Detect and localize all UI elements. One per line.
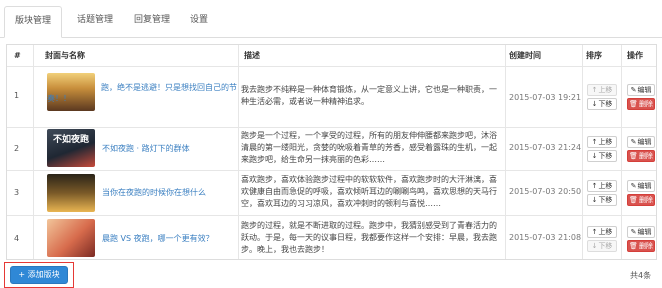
trash-icon: 🗑 xyxy=(629,152,638,160)
arrow-down-icon: ↓ xyxy=(591,100,598,108)
row-number: 2 xyxy=(14,144,20,153)
tab-board-management[interactable]: 版块管理 xyxy=(4,6,62,38)
board-description: 跑步的过程，就是不断进取的过程。跑步中，我猜别感受到了青春活力的跃动。于是，每一… xyxy=(241,221,497,254)
move-up-button[interactable]: ↑上移 xyxy=(587,180,617,192)
move-down-button[interactable]: ↓下移 xyxy=(587,240,617,252)
move-up-label: 上移 xyxy=(598,86,613,94)
move-down-button[interactable]: ↓下移 xyxy=(587,98,617,110)
pencil-icon: ✎ xyxy=(630,182,637,190)
add-board-button[interactable]: + 添加版块 xyxy=(10,266,68,284)
delete-button[interactable]: 🗑删除 xyxy=(627,240,655,252)
cover-image: 不如夜跑 xyxy=(47,129,95,167)
move-up-button[interactable]: ↑上移 xyxy=(587,226,617,238)
edit-button[interactable]: ✎编辑 xyxy=(627,180,655,192)
total-count: 共4条 xyxy=(630,271,652,280)
created-time: 2015-07-03 21:08 xyxy=(509,233,582,242)
column-divider xyxy=(238,45,239,259)
move-up-button[interactable]: ↑上移 xyxy=(587,136,617,148)
edit-label: 编辑 xyxy=(637,182,652,190)
board-title-link[interactable]: 晨跑 VS 夜跑，哪一个更有效？ xyxy=(102,233,237,244)
column-divider xyxy=(505,45,506,259)
move-down-button[interactable]: ↓下移 xyxy=(587,194,617,206)
pencil-icon: ✎ xyxy=(630,86,637,94)
column-header-order: 排序 xyxy=(586,51,602,60)
trash-icon: 🗑 xyxy=(629,196,638,204)
column-header-desc: 描述 xyxy=(244,51,260,60)
board-title-link[interactable]: 当你在夜跑的时候你在想什么 xyxy=(102,187,237,198)
arrow-down-icon: ↓ xyxy=(591,196,598,204)
row-divider xyxy=(7,215,656,216)
arrow-up-icon: ↑ xyxy=(591,86,598,94)
pencil-icon: ✎ xyxy=(630,138,637,146)
cover-image xyxy=(47,219,95,257)
edit-button[interactable]: ✎编辑 xyxy=(627,226,655,238)
edit-button[interactable]: ✎编辑 xyxy=(627,136,655,148)
created-time: 2015-07-03 21:24 xyxy=(509,143,582,152)
delete-button[interactable]: 🗑删除 xyxy=(627,98,655,110)
move-up-label: 上移 xyxy=(598,228,613,236)
board-table: # 封面与名称 描述 创建时间 排序 操作 1 跑，绝不是逃避！只是想找回自己的… xyxy=(6,44,657,260)
tab-reply-management[interactable]: 回复管理 xyxy=(128,6,176,38)
move-down-label: 下移 xyxy=(598,100,613,108)
tab-bar: 版块管理 话题管理 回复管理 设置 xyxy=(0,0,662,38)
column-header-num: # xyxy=(14,51,21,60)
tab-settings[interactable]: 设置 xyxy=(184,6,214,38)
column-header-ops: 操作 xyxy=(627,51,643,60)
board-description: 喜欢跑步，喜欢体验跑步过程中的软软软件，喜欢跑步时的大汗淋漓，喜欢健康自由而急促… xyxy=(241,175,497,208)
row-number: 3 xyxy=(14,188,20,197)
trash-icon: 🗑 xyxy=(629,100,638,108)
edit-label: 编辑 xyxy=(637,138,652,146)
edit-label: 编辑 xyxy=(637,228,652,236)
delete-label: 删除 xyxy=(638,196,653,204)
arrow-down-icon: ↓ xyxy=(591,152,598,160)
column-divider xyxy=(582,45,583,259)
board-description: 我去跑步不纯粹是一种体育锻炼，从一定意义上讲，它也是一种职责，一种生活必需，或者… xyxy=(241,85,497,106)
delete-button[interactable]: 🗑删除 xyxy=(627,194,655,206)
row-divider xyxy=(7,66,656,67)
trash-icon: 🗑 xyxy=(629,242,638,250)
pencil-icon: ✎ xyxy=(630,228,637,236)
move-down-label: 下移 xyxy=(598,196,613,204)
move-up-button[interactable]: ↑上移 xyxy=(587,84,617,96)
move-down-button[interactable]: ↓下移 xyxy=(587,150,617,162)
board-title-link[interactable]: 跑，绝不是逃避！只是想找回自己的节奏！！ xyxy=(47,82,237,104)
created-time: 2015-07-03 20:50 xyxy=(509,187,582,196)
arrow-up-icon: ↑ xyxy=(591,182,598,190)
board-title-link[interactable]: 不如夜跑 · 路灯下的群体 xyxy=(102,143,237,154)
delete-label: 删除 xyxy=(638,152,653,160)
move-down-label: 下移 xyxy=(598,152,613,160)
column-divider xyxy=(33,45,34,259)
move-down-label: 下移 xyxy=(598,242,613,250)
edit-label: 编辑 xyxy=(637,86,652,94)
arrow-up-icon: ↑ xyxy=(591,228,598,236)
delete-button[interactable]: 🗑删除 xyxy=(627,150,655,162)
column-divider xyxy=(621,45,622,259)
arrow-up-icon: ↑ xyxy=(591,138,598,146)
cover-image-text: 不如夜跑 xyxy=(53,135,90,145)
row-divider xyxy=(7,170,656,171)
arrow-down-icon: ↓ xyxy=(591,242,598,250)
add-board-label: 添加版块 xyxy=(27,270,60,279)
created-time: 2015-07-03 19:21 xyxy=(509,93,582,102)
row-number: 4 xyxy=(14,234,20,243)
row-divider xyxy=(7,127,656,128)
cover-image xyxy=(47,174,95,212)
tab-topic-management[interactable]: 话题管理 xyxy=(70,6,120,38)
plus-icon: + xyxy=(18,270,26,279)
move-up-label: 上移 xyxy=(598,138,613,146)
row-number: 1 xyxy=(14,91,20,100)
delete-label: 删除 xyxy=(638,100,653,108)
edit-button[interactable]: ✎编辑 xyxy=(627,84,655,96)
delete-label: 删除 xyxy=(638,242,653,250)
board-description: 跑步是一个过程，一个享受的过程，所有的朋友伸伸腰都来跑步吧，沐浴清晨的第一缕阳光… xyxy=(241,131,497,164)
move-up-label: 上移 xyxy=(598,182,613,190)
column-header-created: 创建时间 xyxy=(509,51,541,60)
column-header-cover: 封面与名称 xyxy=(45,51,85,60)
